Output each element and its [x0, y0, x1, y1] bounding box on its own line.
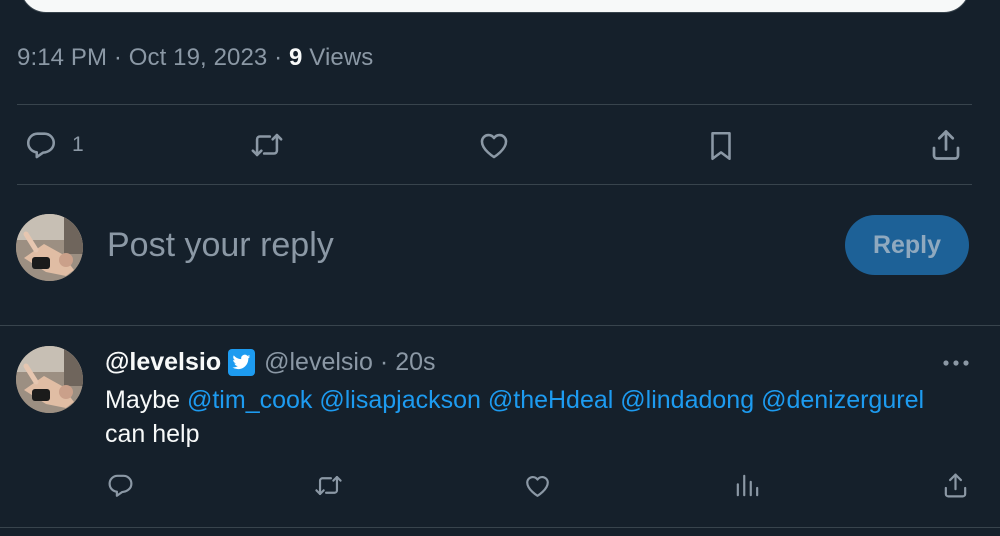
reply-tweet[interactable]: @levelsio @levelsio · 20s Maybe @tim_coo…	[0, 326, 1000, 526]
reply-submit-button[interactable]: Reply	[845, 215, 969, 275]
tweet-action-bar	[0, 471, 1000, 505]
analytics-button[interactable]	[733, 471, 762, 500]
tweet-meta: 9:14 PM · Oct 19, 2023 · 9 Views	[17, 44, 373, 72]
like-button[interactable]	[476, 128, 512, 162]
retweet-button[interactable]	[249, 128, 285, 162]
tweet-text: Maybe @tim_cook @lisapjackson @theHdeal …	[105, 383, 965, 451]
share-icon	[928, 127, 964, 163]
reply-icon	[106, 471, 135, 500]
tweet-date[interactable]: Oct 19, 2023	[129, 44, 268, 71]
like-button[interactable]	[522, 471, 553, 500]
retweet-button[interactable]	[313, 471, 344, 500]
mention-link[interactable]: @denizergurel	[761, 386, 924, 414]
reply-button[interactable]: 1	[24, 128, 84, 162]
tweet-header: @levelsio @levelsio · 20s	[105, 348, 436, 377]
views-label: Views	[309, 44, 374, 71]
heart-icon	[476, 128, 512, 162]
reply-button[interactable]	[106, 471, 135, 500]
analytics-icon	[733, 471, 762, 500]
twitter-bird-icon	[228, 349, 256, 376]
avatar[interactable]	[16, 214, 83, 281]
views-count: 9	[289, 44, 303, 71]
tweet-timestamp[interactable]: 20s	[395, 348, 435, 377]
heart-icon	[522, 471, 553, 500]
retweet-icon	[313, 471, 344, 500]
reply-count: 1	[72, 133, 84, 156]
bookmark-button[interactable]	[704, 128, 738, 164]
mention-link[interactable]: @lindadong	[620, 386, 754, 414]
header-separator: ·	[379, 348, 389, 376]
tweet-detail-page: 9:14 PM · Oct 19, 2023 · 9 Views 1 Post …	[0, 0, 1000, 536]
bookmark-icon	[704, 128, 738, 164]
more-options-button[interactable]	[938, 350, 974, 374]
mention-link[interactable]: @tim_cook	[187, 386, 312, 414]
avatar[interactable]	[16, 346, 83, 413]
meta-separator: ·	[113, 44, 122, 71]
tweet-time[interactable]: 9:14 PM	[17, 44, 107, 71]
share-icon	[941, 471, 970, 500]
mention-link[interactable]: @lisapjackson	[319, 386, 481, 414]
share-button[interactable]	[928, 127, 964, 163]
reply-composer: Reply	[0, 185, 1000, 324]
user-handle[interactable]: @levelsio	[264, 348, 373, 377]
tweet-text-prefix: Maybe	[105, 386, 187, 414]
meta-separator: ·	[274, 44, 283, 71]
tweet-text-suffix: can help	[105, 420, 200, 448]
reply-icon	[24, 128, 58, 162]
divider	[0, 527, 1000, 528]
divider	[17, 104, 972, 105]
tweet-action-bar: 1	[0, 106, 1000, 184]
share-button[interactable]	[941, 471, 970, 500]
retweet-icon	[249, 128, 285, 162]
mention-link[interactable]: @theHdeal	[488, 386, 613, 414]
more-icon	[943, 353, 969, 371]
quoted-media-card[interactable]	[20, 0, 970, 13]
reply-input[interactable]	[105, 223, 809, 267]
display-name[interactable]: @levelsio	[105, 348, 221, 377]
